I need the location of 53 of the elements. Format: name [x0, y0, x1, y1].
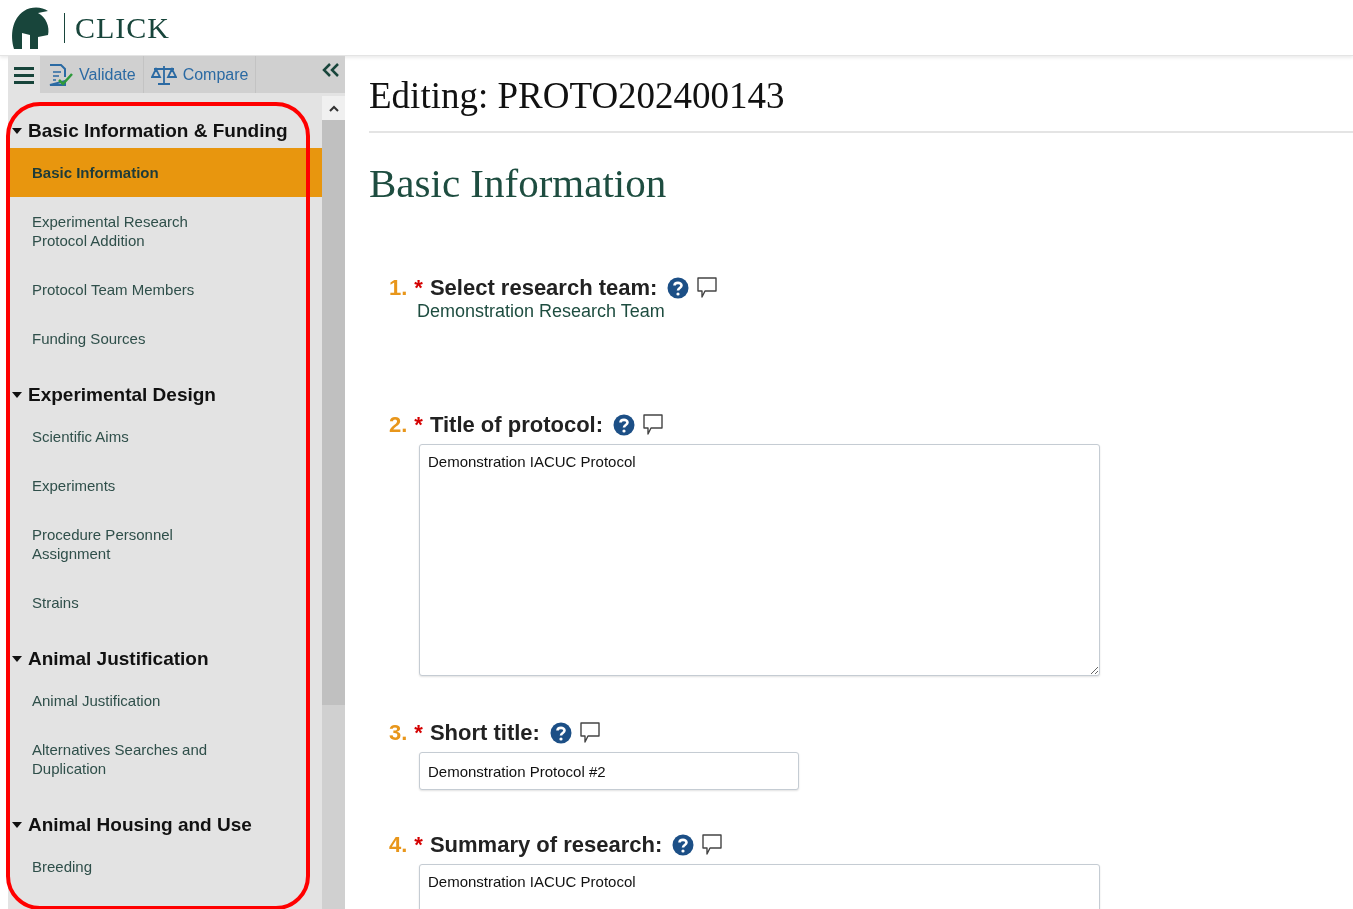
answer-text: Demonstration Research Team — [417, 301, 666, 322]
caret-down-icon — [12, 126, 22, 136]
nav-item[interactable]: Scientific Aims — [8, 412, 242, 461]
nav-item[interactable]: Procedure Personnel Assignment — [8, 510, 242, 578]
nav-item[interactable]: Alternatives Searches and Duplication — [8, 725, 242, 793]
menu-button[interactable] — [8, 56, 40, 93]
scrollbar[interactable] — [322, 96, 345, 909]
section-header[interactable]: Basic Information & Funding — [8, 114, 322, 148]
menu-icon — [14, 65, 34, 84]
caret-down-icon — [12, 654, 22, 664]
nav-item[interactable]: Experiments — [8, 461, 242, 510]
caret-down-icon — [12, 820, 22, 830]
double-chevron-left-icon — [321, 62, 341, 78]
nav-item[interactable]: Strains — [8, 578, 242, 627]
section-header[interactable]: Animal Justification — [8, 642, 322, 676]
help-icon — [549, 722, 572, 744]
required-asterisk: * — [414, 720, 423, 746]
question-number: 1. — [389, 275, 408, 301]
nav-item[interactable]: Basic Information — [8, 148, 322, 197]
input-field[interactable]: Demonstration Protocol #2 — [419, 752, 799, 790]
question-label: Select research team: — [429, 275, 658, 301]
help-icon — [672, 834, 695, 856]
help-icon — [613, 414, 636, 436]
text-area[interactable]: Demonstration IACUC Protocol — [419, 864, 1100, 909]
app-logo-text: CLICK — [75, 10, 170, 45]
document-check-icon — [47, 62, 73, 87]
question-number: 2. — [389, 412, 408, 438]
scales-icon — [150, 63, 177, 86]
question-number: 3. — [389, 720, 408, 746]
comment-icon — [578, 721, 601, 745]
required-asterisk: * — [414, 412, 423, 438]
question-label: Short title: — [429, 720, 540, 746]
nav-item[interactable]: Experimental Research Protocol Addition — [8, 197, 242, 265]
required-asterisk: * — [414, 832, 423, 858]
comment-icon — [701, 833, 724, 857]
nav-item[interactable]: Protocol Team Members — [8, 265, 242, 314]
chevron-up-icon — [328, 104, 339, 112]
section-title: Basic Information — [369, 159, 668, 207]
help-icon — [667, 277, 690, 299]
page-title: Editing: PROTO202400143 — [369, 74, 1353, 133]
section-header[interactable]: Experimental Design — [8, 378, 322, 412]
required-asterisk: * — [414, 275, 423, 301]
nav-item[interactable]: Funding Sources — [8, 314, 242, 363]
question-number: 4. — [389, 832, 408, 858]
question-label: Summary of research: — [429, 832, 663, 858]
nav-item[interactable]: Animal Justification — [8, 676, 242, 725]
comment-icon — [642, 413, 665, 437]
caret-down-icon — [12, 390, 22, 400]
question-label: Title of protocol: — [429, 412, 604, 438]
nav-item[interactable]: Breeding — [8, 842, 242, 891]
text-area[interactable]: Demonstration IACUC Protocol — [419, 444, 1100, 676]
comment-icon — [696, 276, 719, 300]
section-header[interactable]: Animal Housing and Use — [8, 808, 322, 842]
